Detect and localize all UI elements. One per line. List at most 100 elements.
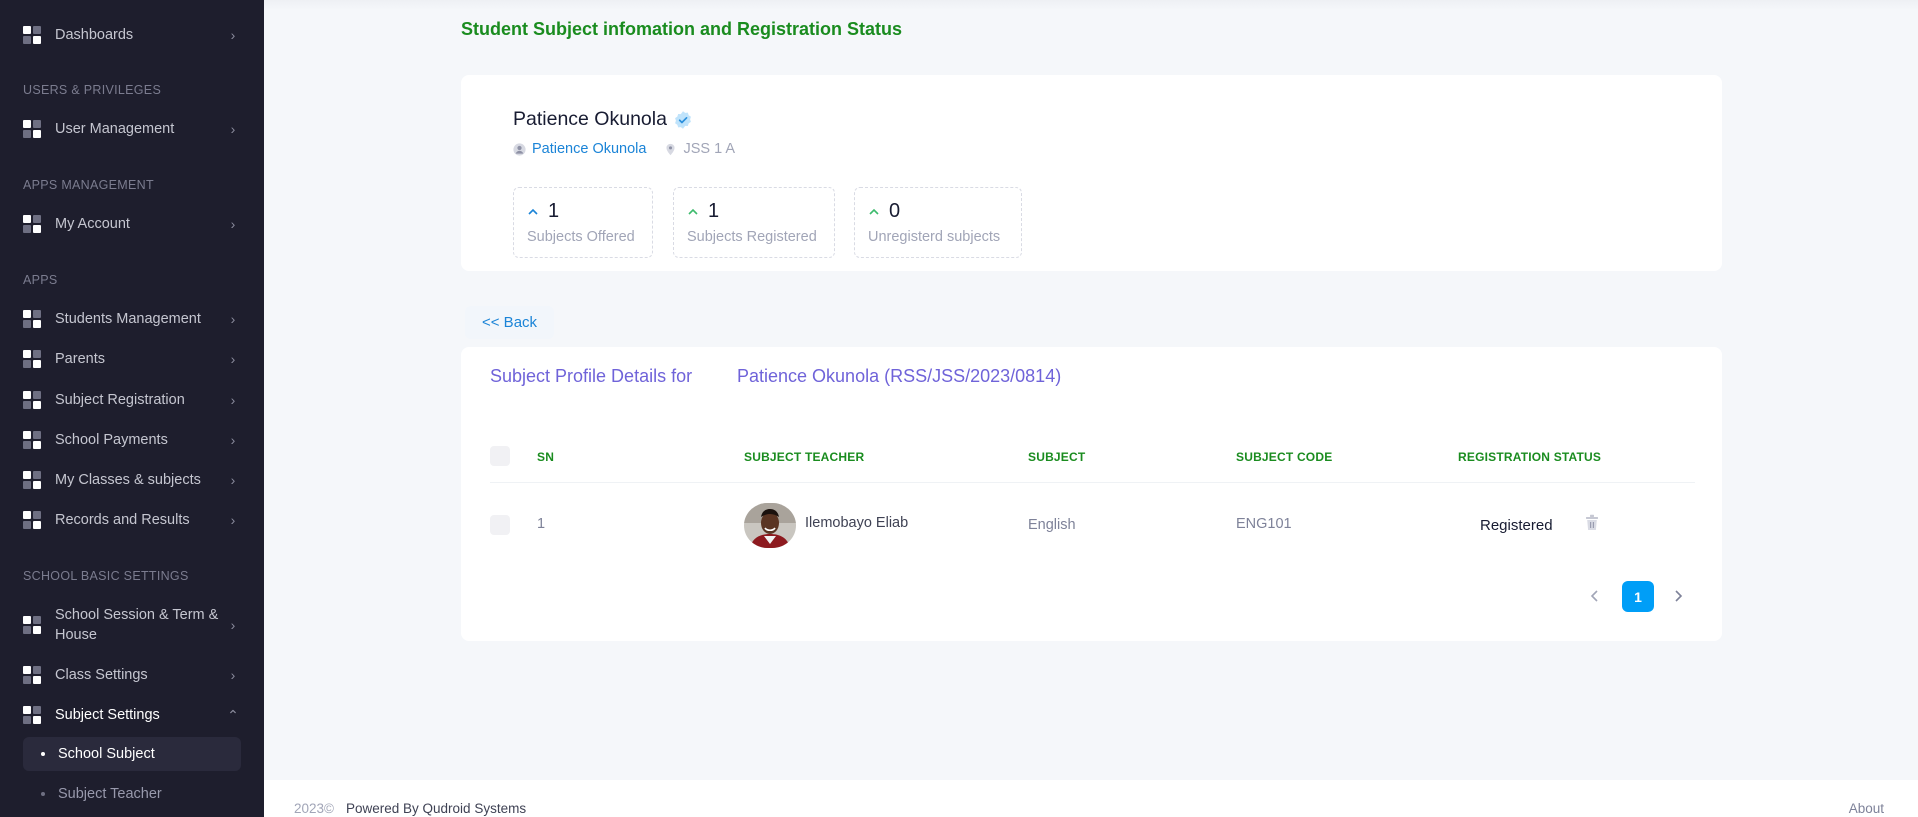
menu-grid-icon xyxy=(23,706,41,724)
sidebar-subitem-label: School Subject xyxy=(58,746,155,762)
sidebar-item-user-management[interactable]: User Management › xyxy=(23,119,241,139)
avatar xyxy=(744,503,796,548)
column-header-registration-status[interactable]: REGISTRATION STATUS xyxy=(1458,450,1601,464)
footer-about-link[interactable]: About xyxy=(1849,801,1884,816)
student-class: JSS 1 A xyxy=(664,141,735,157)
stat-value-row: 1 xyxy=(687,200,821,223)
bullet-icon xyxy=(41,792,45,796)
chevron-right-icon: › xyxy=(230,472,236,488)
header-divider xyxy=(490,482,1695,483)
section-title-school-basic-settings: SCHOOL BASIC SETTINGS xyxy=(23,569,189,583)
header-shadow xyxy=(264,0,1918,10)
stat-value-row: 0 xyxy=(868,200,1008,223)
sidebar-item-label: My Classes & subjects xyxy=(55,472,201,488)
sidebar-item-label: School Payments xyxy=(55,432,168,448)
arrow-up-icon xyxy=(869,208,879,215)
sidebar-item-students-management[interactable]: Students Management › xyxy=(23,309,241,329)
stat-value: 1 xyxy=(708,200,720,222)
stat-caption: Subjects Offered xyxy=(527,229,635,245)
cell-subject: English xyxy=(1028,517,1076,533)
sidebar-item-records-results[interactable]: Records and Results › xyxy=(23,510,241,530)
student-profile-card: Patience Okunola Patience Okunola JSS 1 … xyxy=(461,75,1722,271)
select-all-checkbox[interactable] xyxy=(490,446,510,466)
sidebar-item-my-account[interactable]: My Account › xyxy=(23,214,241,234)
menu-grid-icon xyxy=(23,350,41,368)
section-title-apps: APPS xyxy=(23,273,58,287)
stat-caption: Subjects Registered xyxy=(687,229,817,245)
chevron-right-icon: › xyxy=(230,311,236,327)
menu-grid-icon xyxy=(23,511,41,529)
subject-details-card: Subject Profile Details for Patience Oku… xyxy=(461,347,1722,641)
sidebar-item-parents[interactable]: Parents › xyxy=(23,349,241,369)
pagination-prev-button[interactable] xyxy=(1588,586,1602,606)
trash-icon[interactable] xyxy=(1585,514,1599,531)
cell-subject-teacher: Ilemobayo Eliab xyxy=(805,515,909,531)
chevron-right-icon: › xyxy=(230,27,236,43)
student-class-text: JSS 1 A xyxy=(683,141,736,157)
sidebar: Dashboards › USERS & PRIVILEGES User Man… xyxy=(0,0,264,817)
student-name-text: Patience Okunola xyxy=(513,108,667,130)
chevron-right-icon: › xyxy=(230,392,236,408)
arrow-up-icon xyxy=(688,208,698,215)
chevron-up-icon: ⌃ xyxy=(227,706,239,723)
column-header-sn[interactable]: SN xyxy=(537,450,554,464)
cell-registration-status: Registered xyxy=(1480,517,1553,534)
chevron-right-icon: › xyxy=(230,667,236,683)
footer-copyright-year: 2023© xyxy=(294,801,334,816)
sidebar-item-label: User Management xyxy=(55,121,175,137)
cell-sn: 1 xyxy=(537,516,546,532)
chevron-right-icon xyxy=(1675,590,1683,602)
column-header-subject-teacher[interactable]: SUBJECT TEACHER xyxy=(744,450,864,464)
sidebar-subitem-school-subject[interactable]: School Subject xyxy=(23,737,241,771)
sidebar-item-my-classes[interactable]: My Classes & subjects › xyxy=(23,470,241,490)
sidebar-item-subject-registration[interactable]: Subject Registration › xyxy=(23,390,241,410)
sidebar-item-label: Records and Results xyxy=(55,512,190,528)
page-title: Student Subject infomation and Registrat… xyxy=(461,19,903,39)
footer: 2023© Powered By Qudroid Systems About xyxy=(264,780,1918,817)
column-header-subject[interactable]: SUBJECT xyxy=(1028,450,1085,464)
chevron-right-icon: › xyxy=(230,351,236,367)
pagination-next-button[interactable] xyxy=(1671,586,1685,606)
chevron-right-icon: › xyxy=(230,432,236,448)
sidebar-subitem-label: Subject Teacher xyxy=(58,786,162,802)
cell-subject-code: ENG101 xyxy=(1236,516,1292,532)
menu-grid-icon xyxy=(23,431,41,449)
menu-grid-icon xyxy=(23,310,41,328)
row-checkbox[interactable] xyxy=(490,515,510,535)
back-button[interactable]: << Back xyxy=(465,306,555,339)
sidebar-subitem-subject-teacher[interactable]: Subject Teacher xyxy=(23,777,241,811)
sidebar-item-class-settings[interactable]: Class Settings › xyxy=(23,665,241,685)
sidebar-item-label: School Session & Term & House xyxy=(55,607,219,643)
sidebar-item-label: Dashboards xyxy=(55,27,134,43)
menu-grid-icon xyxy=(23,391,41,409)
sidebar-item-label: My Account xyxy=(55,216,130,232)
stat-value-row: 1 xyxy=(527,200,639,223)
pagination-page-current[interactable]: 1 xyxy=(1622,581,1654,612)
stat-subjects-registered: 1 Subjects Registered xyxy=(673,187,835,258)
sidebar-item-label: Parents xyxy=(55,351,105,367)
sidebar-item-subject-settings[interactable]: Subject Settings ⌃ xyxy=(23,705,241,725)
stat-subjects-offered: 1 Subjects Offered xyxy=(513,187,653,258)
menu-grid-icon xyxy=(23,26,41,44)
stat-value: 0 xyxy=(889,200,901,222)
sidebar-item-label: Class Settings xyxy=(55,667,148,683)
chevron-right-icon: › xyxy=(230,617,236,633)
chevron-right-icon: › xyxy=(230,121,236,137)
student-profile-link[interactable]: Patience Okunola xyxy=(513,141,646,157)
sidebar-item-school-session[interactable]: School Session & Term & House › xyxy=(23,605,241,645)
location-pin-icon xyxy=(666,143,676,155)
student-meta: Patience Okunola JSS 1 A xyxy=(513,141,735,157)
student-profile-link-text: Patience Okunola xyxy=(532,141,647,157)
stat-caption: Unregisterd subjects xyxy=(868,229,1001,245)
chevron-right-icon: › xyxy=(230,216,236,232)
column-header-subject-code[interactable]: SUBJECT CODE xyxy=(1236,450,1332,464)
section-title-apps-management: APPS MANAGEMENT xyxy=(23,178,154,192)
menu-grid-icon xyxy=(23,120,41,138)
sidebar-item-label: Subject Registration xyxy=(55,392,185,408)
sidebar-item-dashboards[interactable]: Dashboards › xyxy=(23,25,241,45)
bullet-icon xyxy=(41,752,45,756)
sidebar-item-school-payments[interactable]: School Payments › xyxy=(23,430,241,450)
menu-grid-icon xyxy=(23,616,41,634)
sidebar-item-label: Subject Settings xyxy=(55,707,160,723)
footer-powered-by: Powered By Qudroid Systems xyxy=(346,801,527,816)
